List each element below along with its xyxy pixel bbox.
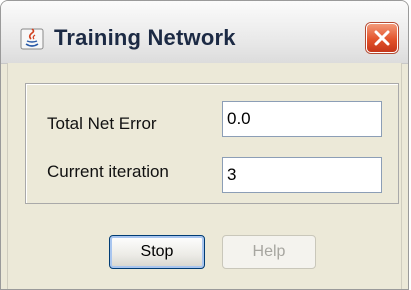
java-app-icon <box>20 28 44 50</box>
window-title: Training Network <box>54 25 236 50</box>
title-bar[interactable]: Training Network <box>1 1 408 64</box>
total-net-error-label: Total Net Error <box>47 114 157 133</box>
dialog-content: Total Net Error Current iteration Stop H… <box>7 63 402 289</box>
stop-button[interactable]: Stop <box>109 235 205 269</box>
current-iteration-label: Current iteration <box>47 162 169 181</box>
help-button[interactable]: Help <box>222 235 316 269</box>
total-net-error-field[interactable] <box>222 101 382 137</box>
close-icon <box>374 30 390 46</box>
form-panel: Total Net Error Current iteration <box>25 83 399 204</box>
close-button[interactable] <box>366 23 398 53</box>
current-iteration-field[interactable] <box>222 157 382 193</box>
training-network-dialog: Training Network Total Net Error Current… <box>0 0 409 290</box>
